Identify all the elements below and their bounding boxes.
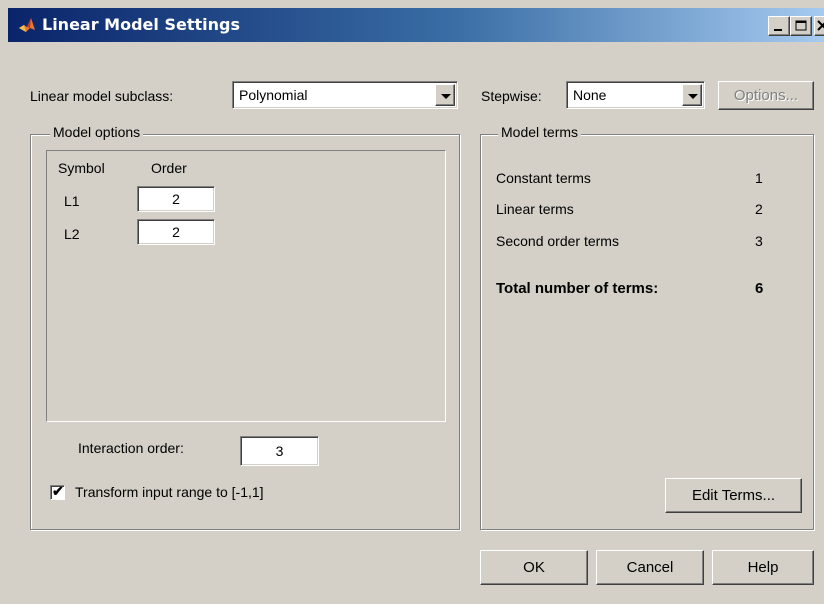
transform-label: Transform input range to [-1,1] bbox=[75, 484, 264, 500]
matlab-logo-icon bbox=[19, 18, 35, 32]
ok-label: OK bbox=[523, 559, 545, 576]
total-terms-value: 6 bbox=[755, 280, 764, 297]
close-icon bbox=[817, 20, 824, 31]
transform-checkbox[interactable]: ✔ bbox=[50, 483, 65, 500]
linear-terms-value: 2 bbox=[755, 201, 763, 217]
model-terms-title: Model terms bbox=[498, 124, 582, 140]
subclass-dropdown-button[interactable] bbox=[435, 84, 455, 106]
stepwise-dropdown-button[interactable] bbox=[682, 84, 702, 106]
linear-model-settings-dialog: Linear Model Settings Linear model subcl… bbox=[0, 0, 824, 604]
order-header: Order bbox=[151, 160, 187, 176]
order-input-l1[interactable]: 2 bbox=[137, 186, 215, 212]
subclass-select[interactable]: Polynomial bbox=[232, 81, 458, 109]
options-button-label: Options... bbox=[733, 87, 799, 104]
second-order-terms-value: 3 bbox=[755, 233, 763, 249]
second-order-terms-label: Second order terms bbox=[496, 233, 619, 249]
minimize-icon bbox=[774, 29, 782, 31]
close-button[interactable] bbox=[814, 16, 824, 36]
stepwise-label: Stepwise: bbox=[481, 88, 542, 104]
order-value-l2: 2 bbox=[172, 224, 180, 240]
checkmark-icon: ✔ bbox=[52, 483, 64, 499]
chevron-down-icon bbox=[688, 94, 698, 99]
stepwise-select[interactable]: None bbox=[566, 81, 705, 109]
constant-terms-label: Constant terms bbox=[496, 170, 591, 186]
interaction-order-label: Interaction order: bbox=[78, 440, 184, 456]
help-label: Help bbox=[747, 559, 779, 576]
order-value-l1: 2 bbox=[172, 191, 180, 207]
constant-terms-value: 1 bbox=[755, 170, 763, 186]
chevron-down-icon bbox=[441, 94, 451, 99]
symbol-l2: L2 bbox=[64, 226, 80, 242]
help-button[interactable]: Help bbox=[712, 550, 814, 585]
symbol-l1: L1 bbox=[64, 193, 80, 209]
edit-terms-button[interactable]: Edit Terms... bbox=[665, 478, 802, 513]
cancel-label: Cancel bbox=[626, 559, 674, 576]
maximize-icon bbox=[795, 20, 807, 31]
order-input-l2[interactable]: 2 bbox=[137, 219, 215, 245]
interaction-order-value: 3 bbox=[275, 443, 284, 459]
title-bar[interactable]: Linear Model Settings bbox=[8, 8, 824, 42]
linear-terms-label: Linear terms bbox=[496, 201, 574, 217]
edit-terms-label: Edit Terms... bbox=[691, 487, 776, 504]
model-options-title: Model options bbox=[50, 124, 144, 140]
stepwise-value: None bbox=[573, 87, 607, 103]
subclass-value: Polynomial bbox=[239, 87, 308, 103]
model-terms-group bbox=[480, 134, 814, 530]
minimize-button[interactable] bbox=[768, 16, 790, 36]
options-button[interactable]: Options... bbox=[718, 81, 814, 110]
ok-button[interactable]: OK bbox=[480, 550, 588, 585]
window-title: Linear Model Settings bbox=[42, 15, 240, 34]
cancel-button[interactable]: Cancel bbox=[596, 550, 704, 585]
interaction-order-input[interactable]: 3 bbox=[240, 436, 319, 466]
symbol-header: Symbol bbox=[58, 160, 105, 176]
subclass-label: Linear model subclass: bbox=[30, 88, 174, 104]
total-terms-label: Total number of terms: bbox=[496, 280, 659, 297]
maximize-button[interactable] bbox=[790, 16, 812, 36]
order-table-panel: Symbol Order L1 2 L2 2 bbox=[46, 150, 446, 422]
